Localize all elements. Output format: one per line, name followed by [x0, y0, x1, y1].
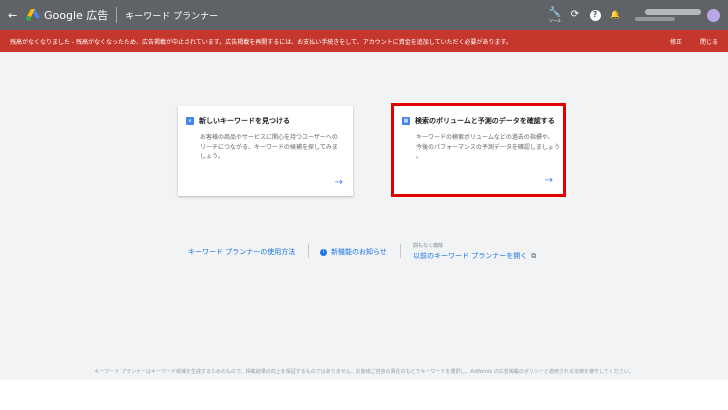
refresh-icon[interactable]: ⟳ [565, 10, 585, 20]
account-name-redacted [645, 9, 701, 15]
chart-icon: ▦ [402, 117, 410, 125]
tools-label: ツール [549, 17, 561, 23]
fix-link[interactable]: 修正 [670, 37, 682, 46]
card-description-line: しょう。 [200, 153, 224, 160]
wrench-icon: 🔧 [548, 6, 562, 18]
card-title-text: 新しいキーワードを見つける [199, 117, 290, 125]
previous-planner-label: 以前のキーワード プランナーを開く [413, 252, 528, 260]
help-button[interactable]: ? [585, 9, 605, 21]
avatar[interactable] [707, 8, 720, 22]
deprecation-note: 間もなく廃除 [413, 243, 444, 249]
card-description: キーワードの検索ボリュームなどの過去の指標や、 今後のパフォーマンスの予測データ… [416, 133, 560, 162]
top-bar: ← Google 広告 キーワード プランナー 🔧 ツール ⟳ ? 🔔 [0, 0, 728, 30]
main-area: 残高がなくなりました - 残高がなくなったため、広告掲載が中止されています。広告… [0, 30, 728, 380]
page-title: キーワード プランナー [125, 11, 219, 22]
notifications-bell-icon[interactable]: 🔔 [605, 11, 625, 19]
brand-name: Google 広告 [44, 9, 109, 22]
card-description-line: 。 [416, 153, 423, 160]
card-title: ⌕ 新しいキーワードを見つける [186, 116, 290, 126]
search-icon: ⌕ [186, 117, 194, 125]
arrow-right-icon[interactable]: → [545, 175, 553, 186]
account-info[interactable] [635, 9, 701, 21]
card-description: お客様の商品やサービスに関心を持つユーザーへの リーチにつながる、キーワードの候… [200, 133, 338, 162]
card-title: ▦ 検索のボリュームと予測のデータを確認する [402, 116, 555, 126]
volume-forecast-card[interactable]: ▦ 検索のボリュームと予測のデータを確認する キーワードの検索ボリュームなどの過… [394, 106, 563, 194]
footer-disclaimer: キーワード プランナーはキーワード候補を生成するためのもので、掲載結果の向上を保… [94, 369, 634, 375]
previous-planner-link[interactable]: 以前のキーワード プランナーを開く ⧉ [413, 251, 536, 261]
how-to-link[interactable]: キーワード プランナーの使用方法 [188, 247, 295, 257]
external-link-icon: ⧉ [531, 252, 537, 260]
back-arrow-icon[interactable]: ← [8, 9, 20, 22]
tools-button[interactable]: 🔧 ツール [545, 6, 565, 23]
card-description-line: 今後のパフォーマンスの予測データを確認しましょう [416, 143, 560, 151]
card-description-line: お客様の商品やサービスに関心を持つユーザーへの [200, 134, 338, 141]
info-icon: i [320, 248, 327, 256]
alert-bar: 残高がなくなりました - 残高がなくなったため、広告掲載が中止されています。広告… [0, 30, 728, 52]
google-ads-logo[interactable]: Google 広告 [26, 7, 108, 23]
card-title-text: 検索のボリュームと予測のデータを確認する [415, 117, 555, 125]
title-divider [116, 7, 118, 23]
close-link[interactable]: 閉じる [700, 37, 718, 46]
account-id-redacted [635, 17, 675, 21]
new-features-label: 新機能のお知らせ [331, 248, 387, 256]
link-divider [308, 244, 309, 258]
new-features-link[interactable]: i 新機能のお知らせ [320, 247, 387, 257]
google-ads-logo-icon [26, 9, 40, 21]
card-description-line: リーチにつながる、キーワードの候補を探してみま [200, 143, 338, 151]
link-divider [400, 244, 401, 258]
card-description-line: キーワードの検索ボリュームなどの過去の指標や、 [416, 134, 554, 141]
arrow-right-icon[interactable]: → [335, 177, 343, 188]
find-keywords-card[interactable]: ⌕ 新しいキーワードを見つける お客様の商品やサービスに関心を持つユーザーへの … [178, 106, 353, 196]
alert-message: 残高がなくなりました - 残高がなくなったため、広告掲載が中止されています。広告… [10, 38, 512, 46]
help-icon: ? [589, 9, 601, 21]
highlight-box: ▦ 検索のボリュームと予測のデータを確認する キーワードの検索ボリュームなどの過… [391, 103, 566, 197]
